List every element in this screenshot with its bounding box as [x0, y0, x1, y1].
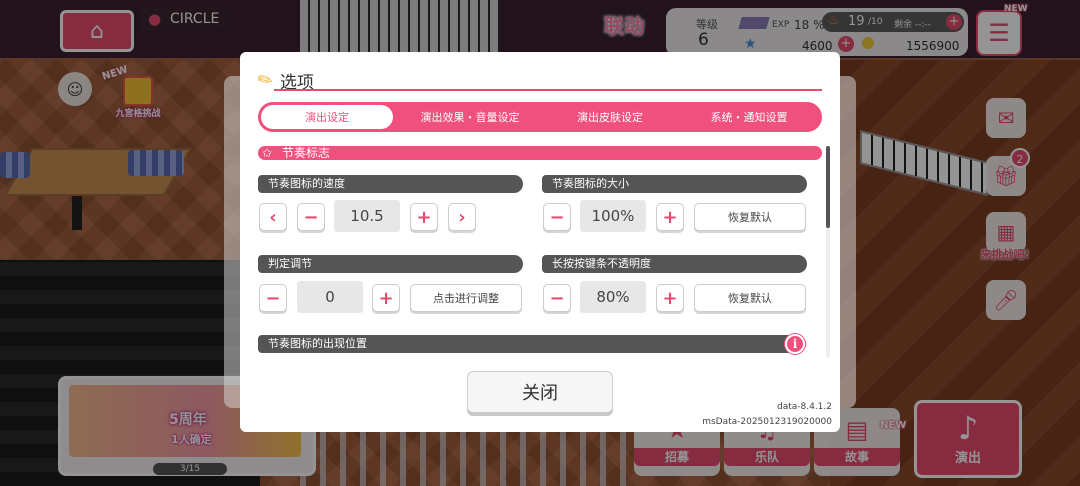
tab-effects-volume[interactable]: 演出效果・音量设定: [400, 105, 540, 129]
size-label: 节奏图标的大小: [542, 175, 807, 193]
judge-adjust-button[interactable]: 点击进行调整: [410, 284, 522, 312]
speed-minus-button[interactable]: −: [297, 203, 325, 231]
options-tabs: 演出设定 演出效果・音量设定 演出皮肤设定 系统・通知设置: [258, 102, 822, 132]
speed-value: 10.5: [334, 200, 400, 232]
section-title: 节奏标志: [282, 146, 331, 160]
opacity-plus-button[interactable]: +: [656, 284, 684, 312]
speed-next-button[interactable]: ›: [448, 203, 476, 231]
opacity-label: 长按按键条不透明度: [542, 255, 807, 273]
title-underline: [274, 89, 822, 91]
opacity-value: 80%: [580, 281, 646, 313]
size-minus-button[interactable]: −: [543, 203, 571, 231]
opacity-reset-button[interactable]: 恢复默认: [694, 284, 806, 312]
section-header: ✩ 节奏标志: [258, 146, 822, 160]
speed-prev-button[interactable]: ‹: [259, 203, 287, 231]
star-icon: ✩: [262, 146, 273, 160]
options-dialog: ✎ 选项 演出设定 演出效果・音量设定 演出皮肤设定 系统・通知设置 ✩ 节奏标…: [240, 52, 840, 432]
size-plus-button[interactable]: +: [656, 203, 684, 231]
tab-live-settings[interactable]: 演出设定: [261, 105, 393, 129]
size-value: 100%: [580, 200, 646, 232]
judge-plus-button[interactable]: +: [372, 284, 400, 312]
judge-value: 0: [297, 281, 363, 313]
opacity-minus-button[interactable]: −: [543, 284, 571, 312]
judge-label: 判定调节: [258, 255, 523, 273]
speed-label: 节奏图标的速度: [258, 175, 523, 193]
scrollbar[interactable]: [826, 146, 830, 358]
info-icon[interactable]: i: [785, 334, 805, 354]
size-reset-button[interactable]: 恢复默认: [694, 203, 806, 231]
data-version: data-8.4.1.2: [776, 402, 832, 412]
tab-system-notifications[interactable]: 系统・通知设置: [680, 105, 818, 129]
judge-minus-button[interactable]: −: [259, 284, 287, 312]
position-label: 节奏图标的出现位置: [258, 335, 806, 353]
close-button[interactable]: 关闭: [467, 371, 613, 413]
speed-plus-button[interactable]: +: [410, 203, 438, 231]
tab-skin-settings[interactable]: 演出皮肤设定: [550, 105, 670, 129]
msdata-version: msData-2025012319020000: [702, 417, 832, 427]
settings-content: ✩ 节奏标志 节奏图标的速度 ‹ − 10.5 + › 节奏图标的大小 − 10…: [258, 142, 824, 358]
scroll-thumb[interactable]: [826, 146, 830, 228]
